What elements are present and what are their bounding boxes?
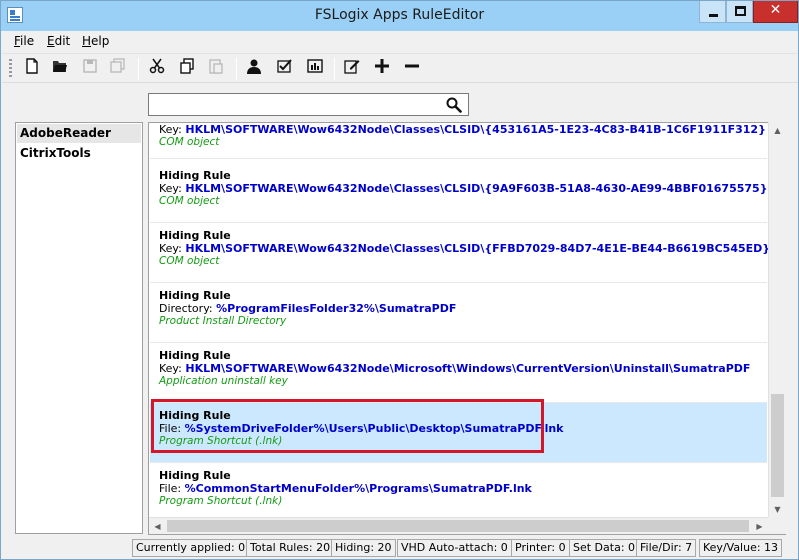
rule-set-item-citrixtools[interactable]: CitrixTools (17, 144, 141, 163)
status-file-dir: File/Dir: 7 (636, 539, 697, 557)
copy-icon (180, 58, 194, 74)
remove-rule-button[interactable] (401, 58, 423, 80)
scroll-left-arrow-icon[interactable]: ◀ (149, 518, 166, 535)
minimize-button[interactable] (699, 1, 726, 23)
new-file-button[interactable] (21, 58, 43, 80)
check-icon (277, 59, 292, 73)
apply-rules-button[interactable] (274, 58, 296, 80)
scroll-right-arrow-icon[interactable]: ▶ (751, 518, 768, 535)
title-bar[interactable]: FSLogix Apps RuleEditor ✕ (1, 1, 798, 31)
search-box (148, 93, 469, 116)
close-icon: ✕ (769, 2, 782, 18)
toolbar-separator (138, 58, 139, 80)
scroll-down-arrow-icon[interactable]: ▼ (769, 501, 786, 518)
menu-help[interactable]: Help (82, 34, 109, 48)
add-rule-button[interactable] (371, 58, 393, 80)
rules-list[interactable]: Key: HKLM\SOFTWARE\Wow6432Node\Classes\C… (148, 122, 786, 535)
status-report-button[interactable] (304, 58, 326, 80)
open-folder-icon (53, 61, 67, 72)
assignments-button[interactable] (243, 58, 265, 80)
rule-item[interactable]: Hiding Rule Key: HKLM\SOFTWARE\Wow6432No… (150, 163, 768, 223)
copy-button[interactable] (176, 58, 198, 80)
save-button[interactable] (79, 58, 101, 80)
status-hiding: Hiding: 20 (331, 539, 396, 557)
rule-item[interactable]: Hiding Rule Key: HKLM\SOFTWARE\Wow6432No… (150, 223, 771, 283)
paste-button[interactable] (205, 58, 227, 80)
menu-bar: File Edit Help (2, 31, 798, 51)
edit-rule-button[interactable] (341, 58, 363, 80)
rule-type: Hiding Rule (159, 169, 231, 182)
open-button[interactable] (49, 58, 71, 80)
rule-comment: COM object (159, 195, 220, 207)
report-icon (307, 59, 323, 73)
app-window: FSLogix Apps RuleEditor ✕ File Edit Help (0, 0, 799, 560)
rule-comment: COM object (159, 136, 220, 148)
save-icon (83, 59, 97, 73)
paste-icon (209, 59, 223, 74)
status-bar: Currently applied: 0 Total Rules: 20 Hid… (2, 538, 798, 559)
search-input[interactable] (151, 95, 441, 114)
toolbar-separator (236, 58, 237, 80)
rule-type: Hiding Rule (159, 349, 231, 362)
window-title: FSLogix Apps RuleEditor (314, 7, 485, 23)
remove-icon (405, 64, 419, 68)
menu-edit[interactable]: Edit (47, 34, 70, 48)
rule-type: Hiding Rule (159, 469, 231, 482)
new-file-icon (26, 58, 38, 74)
rule-item[interactable]: Hiding Rule Directory: %ProgramFilesFold… (150, 283, 767, 343)
status-set-data: Set Data: 0 (569, 539, 640, 557)
rule-comment: Product Install Directory (159, 315, 287, 327)
edit-icon (344, 60, 360, 74)
rule-target: Key: HKLM\SOFTWARE\Wow6432Node\Classes\C… (159, 242, 771, 255)
rule-type: Hiding Rule (159, 289, 231, 302)
rule-comment: Program Shortcut (.lnk) (159, 495, 283, 507)
rule-comment: Application uninstall key (159, 375, 288, 387)
search-icon[interactable] (446, 97, 462, 113)
rule-target: Key: HKLM\SOFTWARE\Wow6432Node\Microsoft… (159, 362, 751, 375)
scroll-up-arrow-icon[interactable]: ▲ (769, 122, 786, 139)
scrollbar-corner (768, 517, 786, 534)
add-icon (375, 59, 389, 73)
status-currently-applied: Currently applied: 0 (132, 539, 250, 557)
minimize-icon (709, 14, 718, 17)
menu-file[interactable]: File (14, 34, 34, 48)
rule-set-list[interactable]: AdobeReader CitrixTools (15, 122, 143, 534)
save-all-icon (110, 58, 125, 73)
cut-button[interactable] (146, 58, 168, 80)
status-vhd-auto-attach: VHD Auto-attach: 0 (397, 539, 512, 557)
rule-item[interactable]: Hiding Rule Key: HKLM\SOFTWARE\Wow6432No… (150, 343, 767, 403)
rule-item[interactable]: Hiding Rule File: %CommonStartMenuFolder… (150, 463, 767, 523)
save-all-button[interactable] (107, 58, 129, 80)
maximize-button[interactable] (726, 1, 753, 23)
vertical-scroll-thumb[interactable] (771, 394, 784, 497)
toolbar-grip[interactable] (9, 59, 12, 79)
status-printer: Printer: 0 (511, 539, 570, 557)
rule-comment: COM object (159, 255, 220, 267)
rule-set-item-adobereader[interactable]: AdobeReader (17, 124, 141, 143)
rule-target: Directory: %ProgramFilesFolder32%\Sumatr… (159, 302, 457, 315)
close-button[interactable]: ✕ (753, 1, 798, 23)
rule-target: File: %CommonStartMenuFolder%\Programs\S… (159, 482, 532, 495)
user-icon (247, 59, 261, 74)
rule-item[interactable]: Key: HKLM\SOFTWARE\Wow6432Node\Classes\C… (150, 123, 767, 159)
rule-type: Hiding Rule (159, 229, 231, 242)
horizontal-scroll-thumb[interactable] (167, 520, 749, 532)
highlight-box (151, 399, 544, 453)
maximize-icon (735, 6, 746, 16)
cut-icon (149, 58, 165, 74)
vertical-scrollbar[interactable]: ▲ ▼ (768, 122, 786, 518)
status-total-rules: Total Rules: 20 (246, 539, 335, 557)
status-key-value: Key/Value: 13 (699, 539, 783, 557)
horizontal-scrollbar[interactable]: ◀ ▶ (149, 517, 768, 534)
rule-target: Key: HKLM\SOFTWARE\Wow6432Node\Classes\C… (159, 123, 766, 136)
rule-target: Key: HKLM\SOFTWARE\Wow6432Node\Classes\C… (159, 182, 768, 195)
toolbar (2, 53, 798, 83)
toolbar-separator (334, 58, 335, 80)
